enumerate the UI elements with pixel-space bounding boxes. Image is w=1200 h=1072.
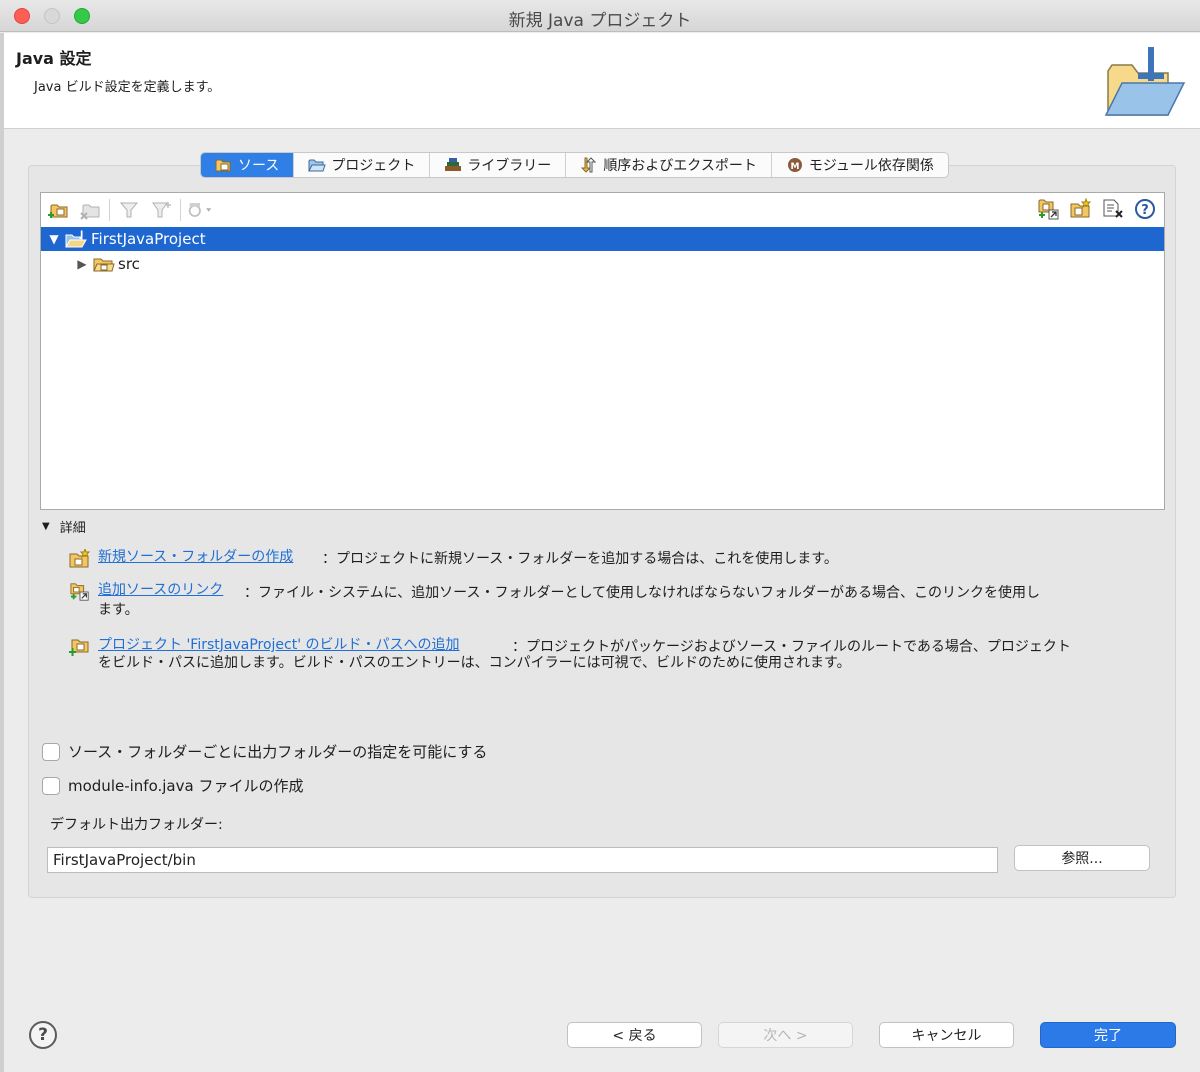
- collapsed-arrow-icon[interactable]: ▶: [75, 257, 89, 271]
- details-label: 詳細: [59, 521, 86, 536]
- tree-toolbar: [45, 197, 213, 223]
- module-icon: M: [787, 158, 802, 172]
- tab-label: ソース: [238, 158, 280, 174]
- default-output-folder-label: デフォルト出力フォルダー:: [50, 817, 223, 833]
- tree-item-src[interactable]: ▶ src: [41, 252, 1164, 276]
- edit-filters-button[interactable]: [116, 198, 142, 222]
- link-source-button[interactable]: [1036, 197, 1062, 221]
- module-info-option[interactable]: module-info.java ファイルの作成: [42, 775, 303, 796]
- detail-add-build-path: プロジェクト 'FirstJavaProject' のビルド・パスへの追加 ：プ…: [68, 637, 1148, 677]
- remove-source-button[interactable]: [1100, 197, 1126, 221]
- new-source-folder-button[interactable]: [1068, 197, 1094, 221]
- new-java-project-wizard-icon: [1104, 47, 1186, 116]
- per-folder-output-checkbox[interactable]: [42, 742, 60, 761]
- source-tree-viewer[interactable]: ? ▼ J FirstJavaProject ▶ src: [40, 192, 1165, 510]
- remove-source-folder-icon: [80, 204, 100, 220]
- svg-text:?: ?: [1141, 203, 1149, 218]
- detail-description-continued: をビルド・パスに追加します。ビルド・パスのエントリーは、コンパイラーには可視で、…: [98, 655, 851, 671]
- tab-libraries[interactable]: ライブラリー: [430, 153, 567, 177]
- source-folder-icon: [215, 159, 231, 172]
- per-folder-output-option[interactable]: ソース・フォルダーごとに出力フォルダーの指定を可能にする: [42, 741, 487, 762]
- detail-link-source: 追加ソースのリンク ：ファイル・システムに、追加ソース・フォルダーとして使用しな…: [68, 582, 1148, 622]
- background-window-edge: [0, 33, 4, 1072]
- detail-description-continued: ます。: [98, 602, 139, 618]
- tree-toolbar-right: ?: [1036, 197, 1158, 221]
- link-source-icon: [1038, 199, 1059, 220]
- details-toggle[interactable]: ▼ 詳細: [42, 517, 86, 536]
- link-source-icon: [70, 583, 89, 601]
- tree-item-label: FirstJavaProject: [91, 230, 206, 248]
- new-source-folder-icon: [69, 549, 91, 568]
- back-button[interactable]: < 戻る: [567, 1022, 702, 1048]
- cancel-button[interactable]: キャンセル: [879, 1022, 1014, 1048]
- help-tree-button[interactable]: ?: [1132, 197, 1158, 221]
- module-info-checkbox[interactable]: [42, 776, 60, 795]
- add-folder-button[interactable]: [45, 198, 71, 222]
- title-bar: 新規 Java プロジェクト: [0, 0, 1200, 32]
- add-source-folder-icon: [48, 204, 68, 218]
- add-to-build-path-link[interactable]: プロジェクト 'FirstJavaProject' のビルド・パスへの追加: [98, 637, 460, 653]
- expanded-arrow-icon: ▼: [42, 521, 50, 532]
- detail-new-source-folder: 新規ソース・フォルダーの作成 ：プロジェクトに新規ソース・フォルダーを追加する場…: [68, 549, 1148, 573]
- link-additional-source-link[interactable]: 追加ソースのリンク: [98, 582, 223, 598]
- tree-item-project[interactable]: ▼ J FirstJavaProject: [41, 227, 1164, 251]
- page-title: Java 設定: [16, 49, 92, 68]
- tab-label: 順序およびエクスポート: [603, 158, 757, 174]
- tree-item-label: src: [118, 255, 140, 273]
- finish-button[interactable]: 完了: [1040, 1022, 1176, 1048]
- wizard-header: Java 設定 Java ビルド設定を定義します。: [4, 33, 1200, 129]
- tab-projects[interactable]: プロジェクト: [294, 153, 431, 177]
- add-build-path-icon: [69, 639, 89, 656]
- default-output-folder-input[interactable]: [47, 847, 998, 873]
- add-filter-button[interactable]: [148, 198, 174, 222]
- help-button[interactable]: ?: [29, 1021, 57, 1049]
- window-title: 新規 Java プロジェクト: [508, 11, 692, 31]
- tab-label: プロジェクト: [331, 158, 416, 174]
- module-info-label: module-info.java ファイルの作成: [68, 777, 304, 795]
- detail-description: ：プロジェクトに新規ソース・フォルダーを追加する場合は、これを使用します。: [322, 551, 838, 567]
- browse-button[interactable]: 参照...: [1014, 845, 1150, 871]
- configure-menu-button[interactable]: [187, 198, 213, 222]
- tab-label: ライブラリー: [467, 158, 552, 174]
- expanded-arrow-icon[interactable]: ▼: [47, 232, 61, 246]
- per-folder-output-label: ソース・フォルダーごとに出力フォルダーの指定を可能にする: [68, 743, 488, 761]
- add-filter-icon: [152, 202, 171, 218]
- tab-bar: ソース プロジェクト ライブラリー 順序およびエクスポート M モジュール依存関…: [200, 152, 949, 178]
- source-folder-icon: [93, 258, 115, 272]
- tab-module-dependencies[interactable]: M モジュール依存関係: [772, 153, 948, 177]
- new-source-folder-icon: [1070, 198, 1092, 218]
- detail-description: ：ファイル・システムに、追加ソース・フォルダーとして使用しなければならないフォル…: [244, 585, 1041, 601]
- tab-order-export[interactable]: 順序およびエクスポート: [566, 153, 772, 177]
- tab-source[interactable]: ソース: [201, 153, 295, 177]
- next-button[interactable]: 次へ >: [718, 1022, 853, 1048]
- new-source-folder-link[interactable]: 新規ソース・フォルダーの作成: [98, 549, 293, 565]
- toolbar-separator: [180, 199, 181, 221]
- configure-dropdown-icon: [188, 203, 212, 217]
- svg-text:M: M: [790, 162, 799, 172]
- order-export-icon: [581, 157, 597, 173]
- filter-icon: [119, 202, 139, 218]
- detail-description: ：プロジェクトがパッケージおよびソース・ファイルのルートである場合、プロジェクト: [512, 639, 1071, 655]
- remove-entry-icon: [1103, 199, 1123, 218]
- project-icon: [308, 159, 327, 172]
- help-icon: ?: [1135, 199, 1155, 219]
- remove-folder-button[interactable]: [77, 198, 103, 222]
- library-icon: [445, 158, 462, 171]
- toolbar-separator: [109, 199, 110, 221]
- tab-label: モジュール依存関係: [808, 158, 934, 174]
- java-project-icon: J: [65, 230, 87, 248]
- svg-text:J: J: [79, 230, 83, 240]
- page-description: Java ビルド設定を定義します。: [34, 80, 221, 95]
